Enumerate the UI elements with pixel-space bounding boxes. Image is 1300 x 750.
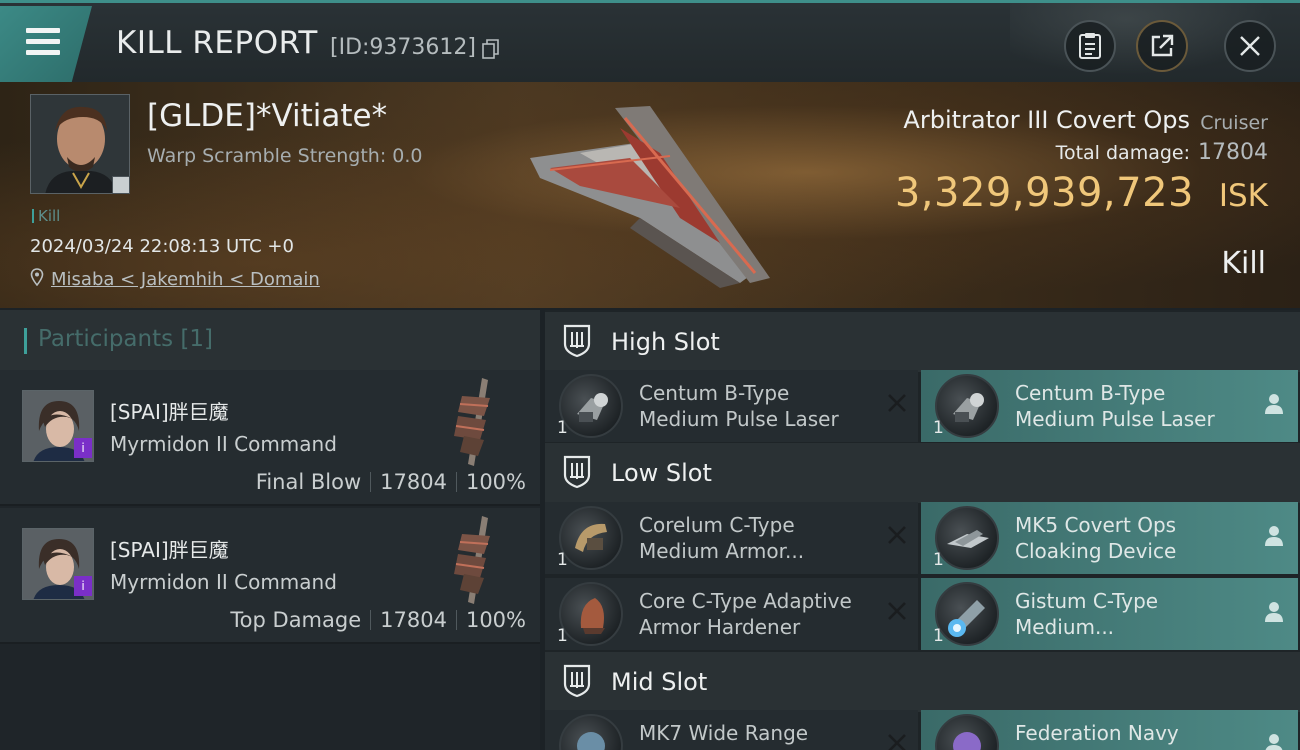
warp-scramble-strength: Warp Scramble Strength: 0.0 <box>147 145 423 167</box>
module-name: MK5 Covert Ops Cloaking Device <box>1015 513 1177 563</box>
participant-ship-image[interactable] <box>444 376 502 468</box>
person-icon <box>1265 602 1283 622</box>
module-dropped[interactable]: Federation Navy <box>921 710 1298 750</box>
mid-slot-header: Mid Slot <box>545 652 1300 712</box>
total-damage-label: Total damage: <box>1055 142 1190 164</box>
participant-damage: 17804 <box>380 608 447 632</box>
high-slot-header: High Slot <box>545 312 1300 372</box>
victim-ship-image[interactable] <box>520 98 780 298</box>
isk-unit: ISK <box>1218 178 1268 214</box>
participant-ship-image[interactable] <box>444 514 502 606</box>
participants-title: Participants [1] <box>38 326 213 352</box>
module-destroyed[interactable]: MK7 Wide Range <box>545 710 918 750</box>
isk-value: 3,329,939,723 <box>894 170 1194 216</box>
destroyed-icon <box>888 526 906 544</box>
low-slot-header: Low Slot <box>545 443 1300 503</box>
victim-name: [GLDE]*Vitiate* <box>147 98 388 134</box>
destroyed-icon <box>888 602 906 620</box>
participant-stats: Top Damage 17804 100% <box>230 608 526 632</box>
module-quantity: 1 <box>557 418 568 438</box>
participant-percent: 100% <box>465 608 526 632</box>
kill-tag: Kill <box>32 207 60 225</box>
module-quantity: 1 <box>933 418 944 438</box>
person-icon <box>1265 526 1283 546</box>
participant-role: Top Damage <box>230 608 362 632</box>
participant-ship: Myrmidon II Command <box>110 432 337 456</box>
participant-damage: 17804 <box>380 470 447 494</box>
clipboard-button[interactable] <box>1064 20 1116 72</box>
module-name: Centum B-Type Medium Pulse Laser <box>639 381 839 431</box>
module-destroyed[interactable]: 1 Corelum C-Type Medium Armor... <box>545 502 918 574</box>
participant-info-badge: i <box>74 576 92 596</box>
participant-stats: Final Blow 17804 100% <box>256 470 526 494</box>
share-button[interactable] <box>1136 20 1188 72</box>
module-destroyed[interactable]: 1 Centum B-Type Medium Pulse Laser <box>545 370 918 442</box>
victim-ship-class: Cruiser <box>1200 112 1268 134</box>
participant-row[interactable]: i [SPAI]胖巨魔 Myrmidon II Command Top Dama… <box>0 508 540 644</box>
participant-row[interactable]: i [SPAI]胖巨魔 Myrmidon II Command Final Bl… <box>0 370 540 506</box>
participant-role: Final Blow <box>255 470 362 494</box>
module-name: Centum B-Type Medium Pulse Laser <box>1015 381 1215 431</box>
participant-name: [SPAI]胖巨魔 <box>110 538 229 562</box>
mid-slot-title: Mid Slot <box>611 668 708 696</box>
low-slot-title: Low Slot <box>611 459 712 487</box>
module-quantity: 1 <box>933 550 944 570</box>
menu-icon <box>26 28 60 33</box>
total-damage-value: 17804 <box>1198 140 1268 165</box>
module-dropped[interactable]: 1 MK5 Covert Ops Cloaking Device <box>921 502 1298 574</box>
person-icon <box>1265 734 1283 750</box>
kill-datetime: 2024/03/24 22:08:13 UTC +0 <box>30 236 294 257</box>
top-bar: KILL REPORT [ID:9373612] <box>0 0 1300 85</box>
destroyed-icon <box>888 394 906 412</box>
victim-ship-name: Arbitrator III Covert Ops <box>903 106 1190 134</box>
participant-name: [SPAI]胖巨魔 <box>110 400 229 424</box>
kill-result: Kill <box>1221 246 1266 281</box>
menu-button[interactable] <box>0 6 92 82</box>
shield-extender-icon <box>559 714 623 750</box>
share-icon <box>1151 34 1174 57</box>
mid-slot-icon <box>563 664 591 698</box>
armor-hardener-icon <box>559 582 623 646</box>
module-name: Federation Navy <box>1015 721 1179 745</box>
close-icon <box>1240 36 1260 56</box>
pulse-laser-icon <box>935 374 999 438</box>
person-icon <box>1265 394 1283 414</box>
page-title: KILL REPORT <box>116 25 318 61</box>
high-slot-icon <box>563 324 591 358</box>
module-name: MK7 Wide Range <box>639 721 809 745</box>
module-quantity: 1 <box>557 626 568 646</box>
clipboard-icon <box>1079 33 1101 59</box>
copy-icon[interactable] <box>482 39 500 59</box>
navy-module-icon <box>935 714 999 750</box>
close-button[interactable] <box>1224 20 1276 72</box>
armor-repairer-icon <box>559 506 623 570</box>
location-pin-icon <box>30 268 44 286</box>
heat-sink-icon <box>935 582 999 646</box>
low-slot-icon <box>563 455 591 489</box>
pulse-laser-icon <box>559 374 623 438</box>
cloaking-device-icon <box>935 506 999 570</box>
location-link[interactable]: Misaba < Jakemhih < Domain <box>51 269 320 290</box>
high-slot-title: High Slot <box>611 328 720 356</box>
module-dropped[interactable]: 1 Centum B-Type Medium Pulse Laser <box>921 370 1298 442</box>
module-name: Gistum C-Type Medium... <box>1015 589 1159 639</box>
module-dropped[interactable]: 1 Gistum C-Type Medium... <box>921 578 1298 650</box>
module-quantity: 1 <box>933 626 944 646</box>
participant-percent: 100% <box>465 470 526 494</box>
module-name: Core C-Type Adaptive Armor Hardener <box>639 589 852 639</box>
portrait-badge <box>112 176 130 194</box>
module-destroyed[interactable]: 1 Core C-Type Adaptive Armor Hardener <box>545 578 918 650</box>
participant-info-badge: i <box>74 438 92 458</box>
destroyed-icon <box>888 734 906 750</box>
report-id: [ID:9373612] <box>330 35 476 60</box>
participant-ship: Myrmidon II Command <box>110 570 337 594</box>
module-name: Corelum C-Type Medium Armor... <box>639 513 805 563</box>
module-quantity: 1 <box>557 550 568 570</box>
